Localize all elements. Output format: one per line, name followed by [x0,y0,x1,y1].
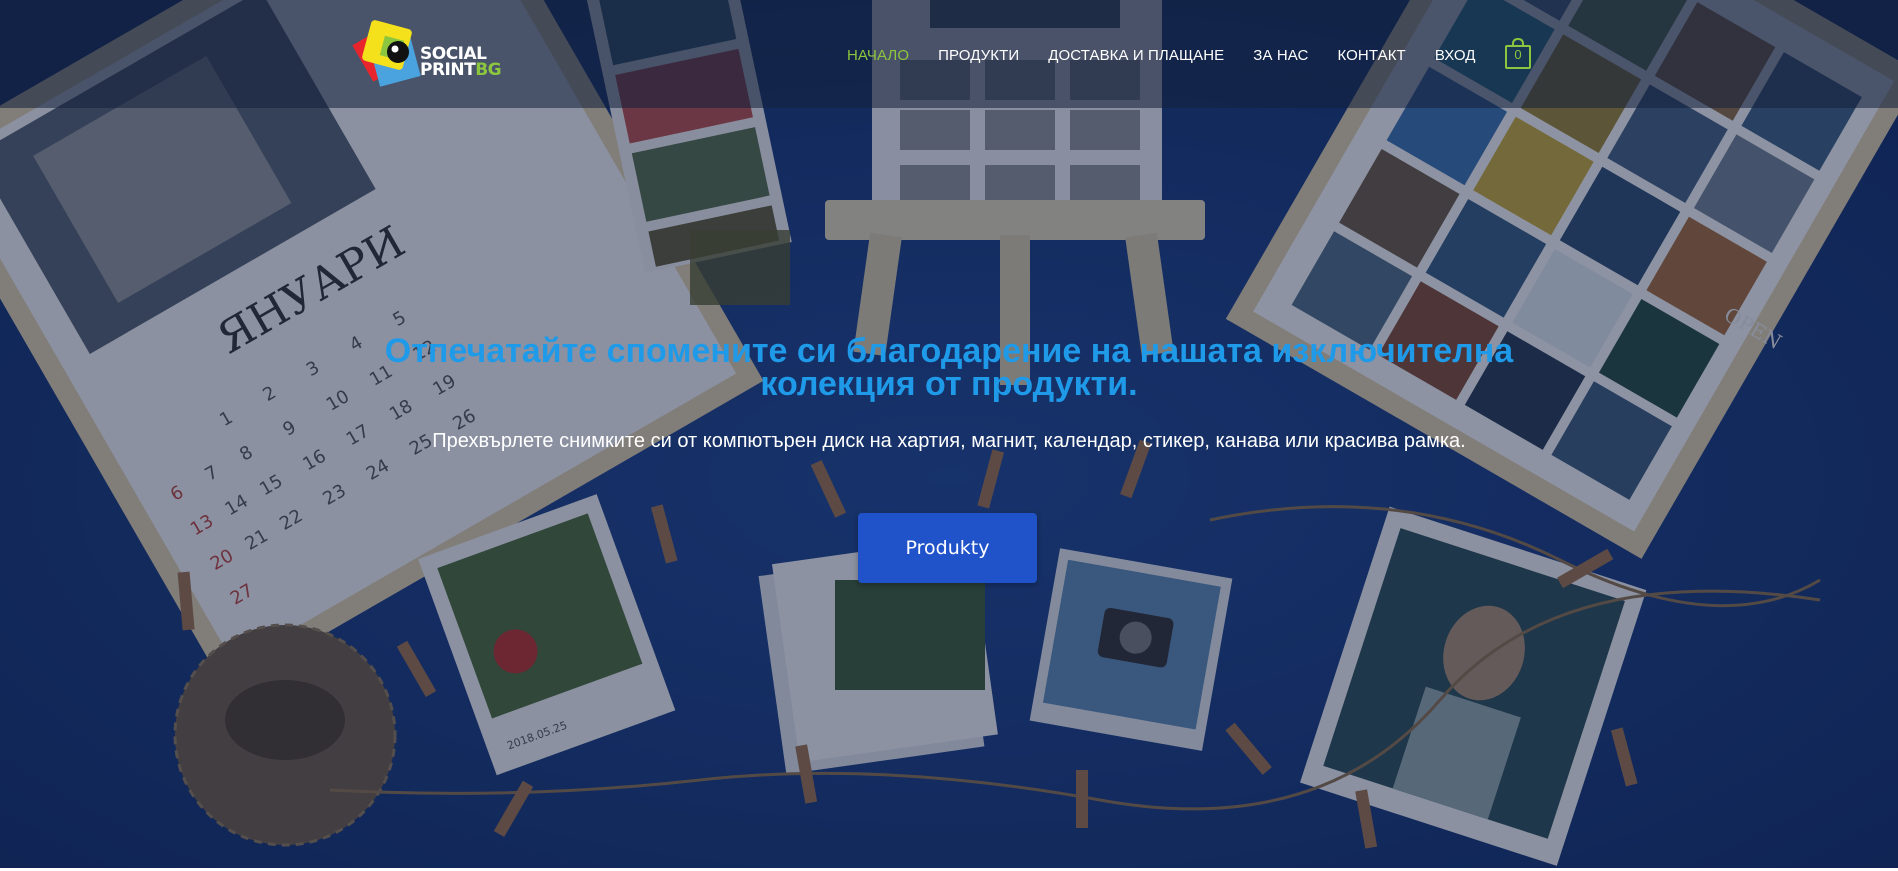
products-cta-button[interactable]: Produkty [858,513,1037,583]
nav-item-home[interactable]: НАЧАЛО [847,47,909,64]
hero-title: Отпечатайте спомените си благодарение на… [300,334,1598,403]
nav-item-about[interactable]: ЗА НАС [1253,47,1308,64]
cart-count: 0 [1514,47,1522,62]
nav-item-products[interactable]: ПРОДУКТИ [938,47,1019,64]
logo-text: SOCIAL PRINTBG [420,46,502,80]
logo-mark-icon [352,20,421,87]
site-header: SOCIAL PRINTBG НАЧАЛО ПРОДУКТИ ДОСТАВКА … [0,0,1898,108]
nav-item-contact[interactable]: КОНТАКТ [1337,47,1405,64]
logo-line2-suffix: BG [475,60,502,80]
hero-title-line2: колекция от продукти. [760,365,1138,403]
hero-section: ЯНУАРИ 12345 7 8 9 10 11 12 14 15 16 17 18 19 21 22… [0,0,1898,868]
cart-button[interactable]: 0 [1504,38,1532,70]
nav-item-delivery-payment[interactable]: ДОСТАВКА И ПЛАЩАНЕ [1048,47,1224,64]
site-logo[interactable]: SOCIAL PRINTBG [352,18,502,90]
nav-item-login[interactable]: ВХОД [1435,47,1476,64]
main-nav: НАЧАЛО ПРОДУКТИ ДОСТАВКА И ПЛАЩАНЕ ЗА НА… [847,44,1505,66]
logo-line2: PRINT [420,60,476,80]
hero-subtitle: Прехвърлете снимките си от компютърен ди… [432,430,1466,452]
